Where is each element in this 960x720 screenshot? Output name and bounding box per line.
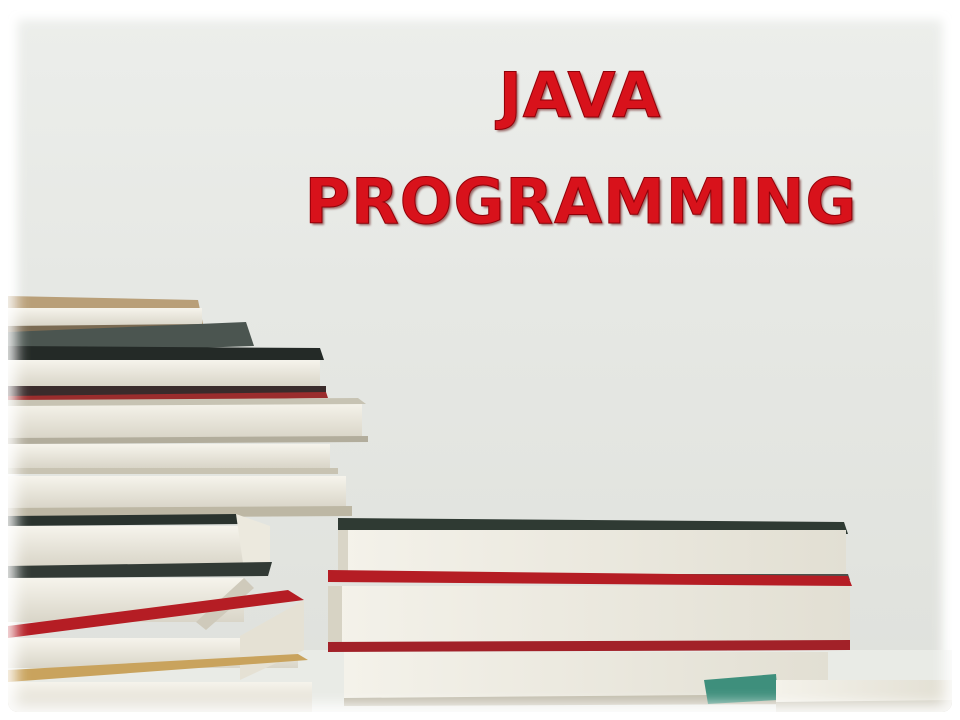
slide: JAVA PROGRAMMING [0, 0, 960, 720]
title-java: JAVA [498, 59, 662, 132]
title-programming: PROGRAMMING [304, 165, 858, 239]
left-book-stack [8, 296, 368, 712]
right-book-stack [328, 518, 952, 712]
